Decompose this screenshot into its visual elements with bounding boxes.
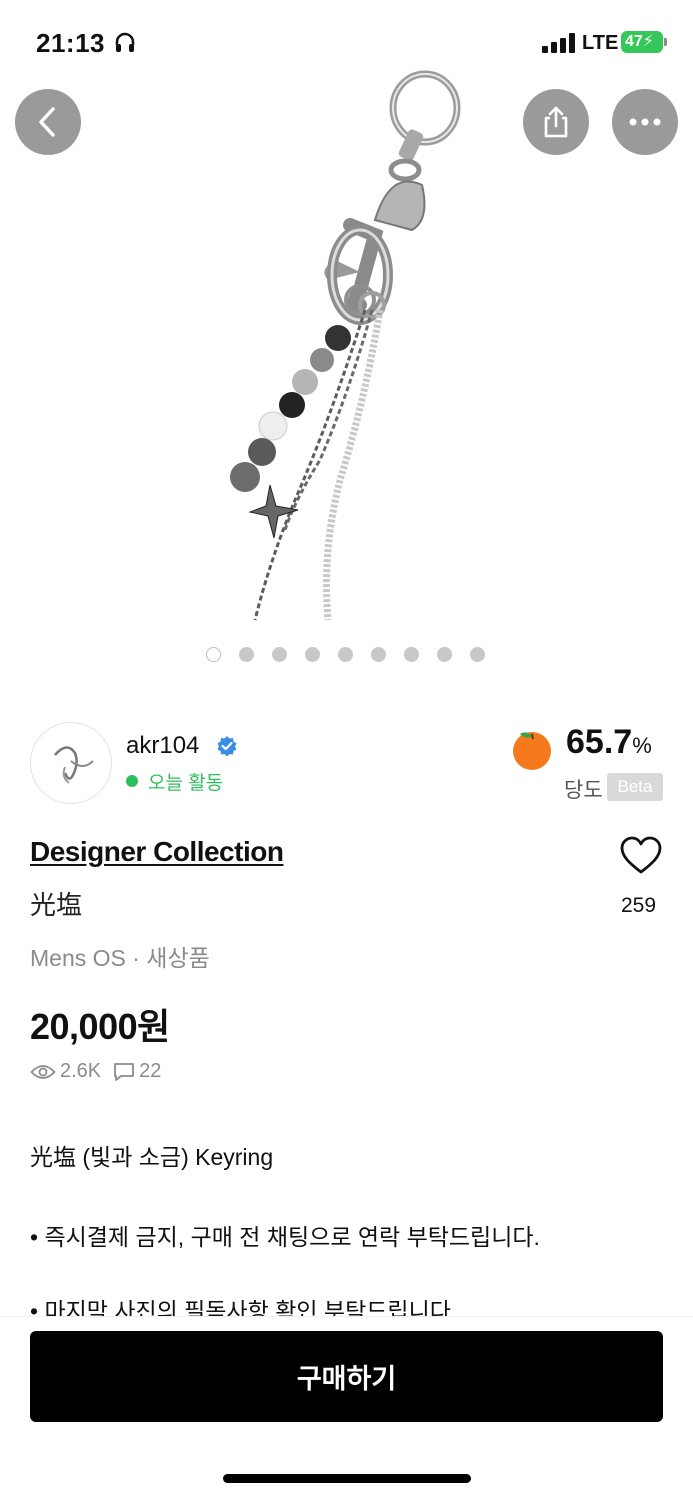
- carousel-dot[interactable]: [239, 647, 254, 662]
- sweetness-value: 65.7: [566, 723, 633, 761]
- sweetness-score: 65.7%: [566, 723, 652, 762]
- seller-name[interactable]: akr104: [126, 732, 199, 760]
- online-status-dot: [126, 775, 138, 787]
- seller-avatar[interactable]: [30, 722, 112, 804]
- product-name: 光塩: [30, 890, 83, 920]
- product-category: Mens OS · 새상품: [30, 945, 210, 971]
- product-stats: 2.6K 22: [30, 1060, 161, 1083]
- product-price: 20,000원: [30, 1006, 170, 1047]
- heart-icon[interactable]: [619, 836, 663, 876]
- carousel-dot[interactable]: [371, 647, 386, 662]
- battery-level: 47: [625, 33, 643, 50]
- carousel-indicator: [206, 647, 485, 662]
- seller-logo-icon: [54, 746, 94, 784]
- carousel-dot[interactable]: [437, 647, 452, 662]
- home-indicator[interactable]: [223, 1474, 471, 1483]
- sweetness-label: 당도: [564, 779, 603, 802]
- beta-badge: Beta: [607, 773, 663, 801]
- carousel-dot[interactable]: [272, 647, 287, 662]
- battery-indicator: 47⚡: [621, 31, 663, 53]
- buy-button[interactable]: 구매하기: [30, 1331, 663, 1422]
- carousel-dot[interactable]: [206, 647, 221, 662]
- carousel-dot[interactable]: [470, 647, 485, 662]
- peach-icon: [513, 732, 551, 770]
- share-icon: [544, 106, 568, 138]
- sweetness-unit: %: [632, 733, 652, 758]
- carousel-dot[interactable]: [338, 647, 353, 662]
- product-photo: [230, 70, 461, 621]
- description-line: • 즉시결제 금지, 구매 전 채팅으로 연락 부탁드립니다.: [30, 1224, 540, 1250]
- share-button[interactable]: [523, 89, 589, 155]
- product-image-carousel[interactable]: [0, 0, 693, 690]
- comment-icon: [114, 1062, 135, 1081]
- status-bar: 21:13 LTE 47⚡: [0, 0, 693, 86]
- back-icon: [39, 107, 55, 137]
- view-count: 2.6K: [60, 1060, 102, 1082]
- signal-icon: [542, 33, 575, 53]
- network-type: LTE: [582, 32, 619, 54]
- back-button[interactable]: [15, 89, 81, 155]
- more-icon: [629, 118, 661, 126]
- more-options-button[interactable]: [612, 89, 678, 155]
- description-line: • 마지막 사진의 필독사항 확인 부탁드립니다: [30, 1298, 451, 1316]
- seller-activity: 오늘 활동: [148, 773, 224, 794]
- battery-cap: [664, 38, 667, 46]
- carousel-dot[interactable]: [404, 647, 419, 662]
- carousel-dot[interactable]: [305, 647, 320, 662]
- status-time: 21:13: [36, 28, 105, 58]
- headphones-icon: [115, 32, 135, 52]
- brand-link[interactable]: Designer Collection: [30, 836, 284, 868]
- like-count: 259: [621, 894, 657, 917]
- verified-icon: [217, 736, 237, 757]
- eye-icon: [30, 1064, 56, 1079]
- comment-count: 22: [139, 1060, 162, 1082]
- description-line: 光塩 (빛과 소금) Keyring: [30, 1144, 274, 1170]
